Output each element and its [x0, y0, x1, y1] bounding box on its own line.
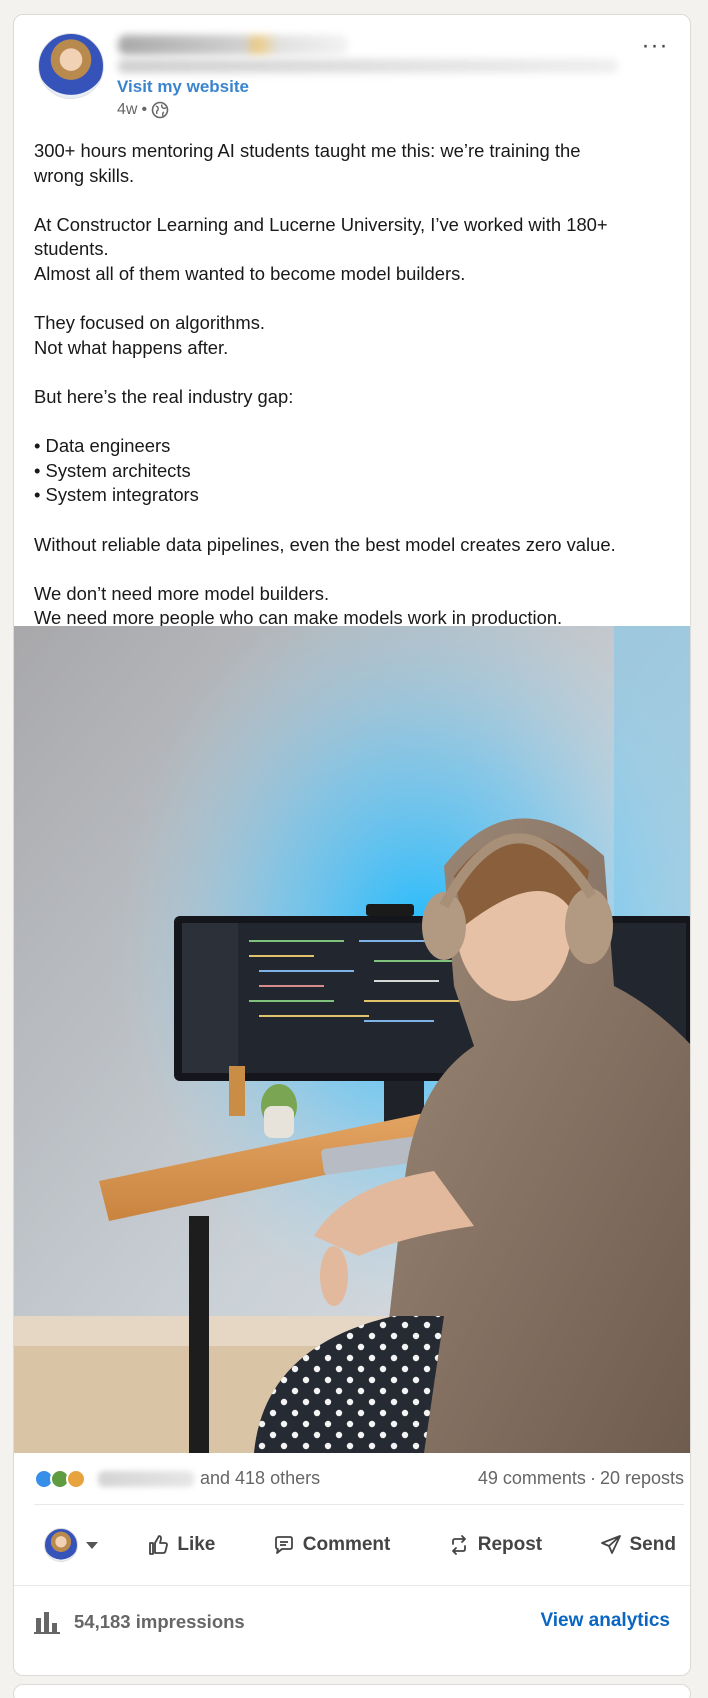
like-button[interactable]: Like: [138, 1523, 223, 1567]
post-header: Visit my website 4w • ···: [14, 15, 690, 125]
impressions-count: 54,183 impressions: [74, 1611, 245, 1632]
repost-label: Repost: [477, 1534, 543, 1555]
counts-separator: ·: [589, 1468, 596, 1488]
post-text-line: They focused on algorithms.: [34, 312, 266, 334]
send-label: Send: [629, 1534, 676, 1555]
globe-icon: [151, 101, 169, 119]
reaction-icons: [34, 1468, 92, 1490]
current-user-avatar: [44, 1528, 78, 1562]
engagement-counts: 49 comments · 20 reposts: [478, 1468, 684, 1489]
post-text-blank-line: [34, 508, 674, 533]
reactor-name-redacted: [98, 1470, 194, 1487]
post-text-blank-line: [34, 557, 674, 582]
social-counts-bar: and 418 others 49 comments · 20 reposts: [34, 1453, 684, 1505]
like-label: Like: [177, 1534, 216, 1555]
thumbs-up-icon: [149, 1535, 169, 1555]
post-text-line: At Constructor Learning and Lucerne Univ…: [34, 213, 608, 235]
more-horizontal-icon[interactable]: ···: [634, 25, 676, 67]
post-body-text: 300+ hours mentoring AI students taught …: [34, 139, 674, 631]
reposts-count-link[interactable]: 20 reposts: [600, 1468, 684, 1489]
post-text-blank-line: [34, 360, 674, 385]
meta-separator: •: [141, 101, 148, 118]
comments-count-link[interactable]: 49 comments: [478, 1468, 586, 1489]
author-name-redacted[interactable]: [118, 35, 348, 55]
post-image[interactable]: [14, 626, 690, 1453]
author-avatar[interactable]: [38, 33, 104, 99]
comment-button[interactable]: Comment: [264, 1523, 399, 1567]
bar-chart-icon: [34, 1612, 60, 1634]
post-text-line: Almost all of them wanted to become mode…: [34, 262, 466, 284]
post-text-line: • Data engineers: [34, 435, 171, 457]
send-button[interactable]: Send: [591, 1523, 684, 1567]
caret-down-icon: [86, 1541, 98, 1549]
person-at-desk-photo: [14, 626, 690, 1453]
feed-post-card: Visit my website 4w • ··· 300+ hours men…: [13, 14, 691, 1676]
post-text-blank-line: [34, 188, 674, 213]
repost-button[interactable]: Repost: [439, 1523, 550, 1567]
post-text-blank-line: [34, 287, 674, 312]
post-text-line: • System architects: [34, 459, 191, 481]
send-icon: [600, 1535, 621, 1554]
comment-icon: [274, 1536, 293, 1554]
post-text-line: Without reliable data pipelines, even th…: [34, 533, 616, 555]
comment-label: Comment: [302, 1534, 391, 1555]
post-age: 4w: [117, 101, 138, 118]
impressions-summary: 54,183 impressions: [34, 1610, 245, 1634]
view-analytics-link[interactable]: View analytics: [540, 1610, 670, 1632]
insightful-icon: [66, 1468, 86, 1489]
post-text-line: We don’t need more model builders.: [34, 582, 330, 604]
post-text-line: But here’s the real industry gap:: [34, 385, 294, 407]
author-headline-redacted: [118, 59, 618, 73]
post-text-line: • System integrators: [34, 484, 199, 506]
visit-website-link[interactable]: Visit my website: [117, 77, 249, 97]
post-text-line: 300+ hours mentoring AI students taught …: [34, 140, 581, 161]
post-text-line: students.: [34, 238, 109, 260]
post-actions-bar: Like Comment Repost Send: [34, 1513, 684, 1577]
repost-icon: [451, 1535, 466, 1555]
post-text-blank-line: [34, 410, 674, 435]
next-post-card-edge: [13, 1684, 691, 1698]
post-text-line: wrong skills.: [34, 164, 135, 186]
reactions-summary[interactable]: and 418 others: [34, 1468, 320, 1490]
actor-switcher[interactable]: [34, 1528, 98, 1562]
post-text-line: Not what happens after.: [34, 336, 229, 358]
post-meta: 4w •: [117, 101, 169, 119]
post-analytics: 54,183 impressions View analytics: [14, 1585, 690, 1675]
reactions-others-count: and 418 others: [200, 1468, 321, 1488]
